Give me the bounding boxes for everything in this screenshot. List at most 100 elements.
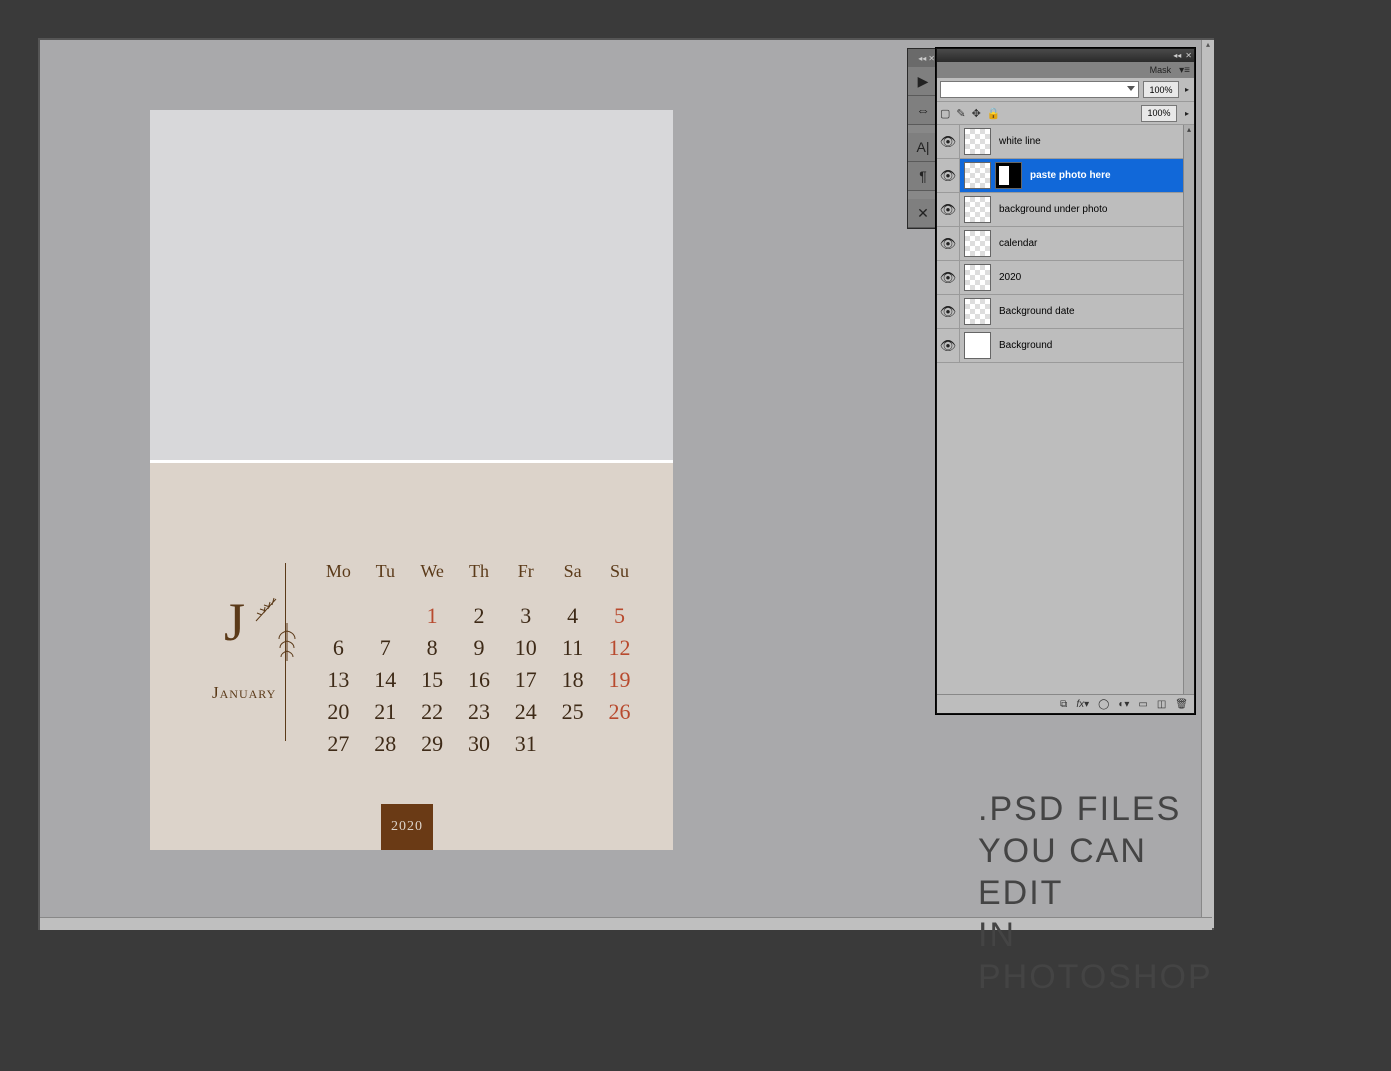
layer-row[interactable]: 👁 background under photo xyxy=(937,193,1194,227)
day-header: Fr xyxy=(502,553,549,600)
calendar-day: 21 xyxy=(362,696,409,728)
calendar-day: 16 xyxy=(456,664,503,696)
delete-layer-icon[interactable]: 🗑 xyxy=(1175,699,1188,710)
fill-field[interactable]: 100% xyxy=(1141,105,1177,122)
layer-visibility-icon[interactable]: 👁 xyxy=(937,159,960,192)
opacity-flyout-icon[interactable]: ▸ xyxy=(1183,85,1191,94)
layer-thumbnail[interactable] xyxy=(964,332,991,359)
layer-name[interactable]: background under photo xyxy=(999,204,1107,215)
layer-visibility-icon[interactable]: 👁 xyxy=(937,329,960,362)
layer-row[interactable]: 👁 white line xyxy=(937,125,1194,159)
blend-mode-dropdown[interactable] xyxy=(940,81,1139,98)
calendar-day xyxy=(315,600,362,632)
calendar-day: 29 xyxy=(409,728,456,760)
layer-name[interactable]: calendar xyxy=(999,238,1037,249)
layer-group-icon[interactable]: ▭ xyxy=(1138,699,1147,710)
layer-row[interactable]: 👁 Background date xyxy=(937,295,1194,329)
calendar-day xyxy=(549,728,596,760)
promo-caption: .PSD FILES YOU CAN EDIT IN PHOTOSHOP xyxy=(978,788,1213,998)
calendar-day xyxy=(596,728,643,760)
year-badge: 2020 xyxy=(381,804,433,850)
caption-line: YOU CAN EDIT xyxy=(978,830,1213,914)
link-layers-icon[interactable]: ⧉ xyxy=(1060,699,1067,710)
layer-thumbnail[interactable] xyxy=(964,230,991,257)
layer-thumbnail[interactable] xyxy=(964,128,991,155)
toolbox-button[interactable]: ¶ xyxy=(908,162,938,191)
day-header: Sa xyxy=(549,553,596,600)
toolbox-button[interactable]: ▶ xyxy=(908,67,938,96)
calendar-day: 1 xyxy=(409,600,456,632)
layer-visibility-icon[interactable]: 👁 xyxy=(937,261,960,294)
toolbox-collapse-bar[interactable]: ◂◂✕ xyxy=(908,49,938,67)
panel-tab-mask[interactable]: Mask xyxy=(1150,65,1172,75)
layers-panel[interactable]: ◂◂✕ Mask ▾≡ 100% ▸ ▢ ✎ ✥ 🔒 100% ▸ 👁 white… xyxy=(936,48,1195,714)
leaf-ornament-icon xyxy=(254,593,284,623)
layer-thumbnail[interactable] xyxy=(964,196,991,223)
day-header: Tu xyxy=(362,553,409,600)
panel-titlebar[interactable]: ◂◂✕ xyxy=(937,49,1194,62)
calendar-day: 31 xyxy=(502,728,549,760)
layer-mask-thumbnail[interactable] xyxy=(995,162,1022,189)
toolbox-button[interactable]: A| xyxy=(908,133,938,162)
day-header: Th xyxy=(456,553,503,600)
calendar-day xyxy=(362,600,409,632)
layers-scrollbar[interactable]: ▴ xyxy=(1183,125,1194,694)
calendar-day: 26 xyxy=(596,696,643,728)
layers-panel-footer[interactable]: ⧉ fx▾ ◯ ◐▾ ▭ ◫ 🗑 xyxy=(937,694,1194,713)
calendar-day: 5 xyxy=(596,600,643,632)
lock-all-icon[interactable]: 🔒 xyxy=(987,107,1001,120)
layer-name[interactable]: paste photo here xyxy=(1030,170,1111,181)
layer-name[interactable]: Background date xyxy=(999,306,1075,317)
adjustment-layer-icon[interactable]: ◐▾ xyxy=(1118,699,1129,710)
layer-list[interactable]: 👁 white line 👁 paste photo here 👁 background … xyxy=(937,125,1194,694)
calendar-day: 19 xyxy=(596,664,643,696)
layer-row[interactable]: 👁 Background xyxy=(937,329,1194,363)
calendar-day: 14 xyxy=(362,664,409,696)
layer-fx-icon[interactable]: fx▾ xyxy=(1076,699,1089,710)
layer-row[interactable]: 👁 calendar xyxy=(937,227,1194,261)
panel-menu-icon[interactable]: ▾≡ xyxy=(1179,65,1190,76)
layer-visibility-icon[interactable]: 👁 xyxy=(937,227,960,260)
calendar-day: 18 xyxy=(549,664,596,696)
calendar-day: 15 xyxy=(409,664,456,696)
calendar-day: 25 xyxy=(549,696,596,728)
lock-pixels-icon[interactable]: ▢ xyxy=(940,107,950,120)
calendar-day: 27 xyxy=(315,728,362,760)
layer-name[interactable]: 2020 xyxy=(999,272,1021,283)
fill-flyout-icon[interactable]: ▸ xyxy=(1183,109,1191,118)
layer-thumbnail[interactable] xyxy=(964,162,991,189)
layer-visibility-icon[interactable]: 👁 xyxy=(937,125,960,158)
calendar-day: 8 xyxy=(409,632,456,664)
calendar-day: 24 xyxy=(502,696,549,728)
layer-thumbnail[interactable] xyxy=(964,264,991,291)
lock-position-icon[interactable]: ✥ xyxy=(972,107,981,120)
caption-line: .PSD FILES xyxy=(978,788,1213,830)
month-initial: J xyxy=(224,591,243,653)
lock-brush-icon[interactable]: ✎ xyxy=(956,107,965,120)
calendar-grid: MoTuWeThFrSaSu 1234567891011121314151617… xyxy=(315,553,643,760)
calendar-day: 28 xyxy=(362,728,409,760)
layer-name[interactable]: white line xyxy=(999,136,1041,147)
vertical-toolbox[interactable]: ◂◂✕ ▶⇔ A|¶ ✕ xyxy=(907,48,939,229)
layer-row[interactable]: 👁 2020 xyxy=(937,261,1194,295)
calendar-day: 11 xyxy=(549,632,596,664)
toolbox-button[interactable]: ✕ xyxy=(908,199,938,228)
leaf-ornament-icon xyxy=(272,623,302,663)
layer-visibility-icon[interactable]: 👁 xyxy=(937,193,960,226)
panel-tabbar[interactable]: Mask ▾≡ xyxy=(937,62,1194,78)
new-layer-icon[interactable]: ◫ xyxy=(1157,699,1166,710)
toolbox-button[interactable]: ⇔ xyxy=(908,96,938,125)
calendar-day: 7 xyxy=(362,632,409,664)
layer-name[interactable]: Background xyxy=(999,340,1052,351)
calendar-card: J January MoTuWeThFrSaSu 123456789101112… xyxy=(150,110,673,850)
calendar-day: 4 xyxy=(549,600,596,632)
layer-visibility-icon[interactable]: 👁 xyxy=(937,295,960,328)
calendar-day: 6 xyxy=(315,632,362,664)
vertical-divider xyxy=(285,563,286,741)
calendar-day: 3 xyxy=(502,600,549,632)
layer-thumbnail[interactable] xyxy=(964,298,991,325)
layer-row[interactable]: 👁 paste photo here xyxy=(937,159,1194,193)
layer-mask-icon[interactable]: ◯ xyxy=(1098,699,1109,710)
opacity-field[interactable]: 100% xyxy=(1143,81,1179,98)
calendar-day: 10 xyxy=(502,632,549,664)
